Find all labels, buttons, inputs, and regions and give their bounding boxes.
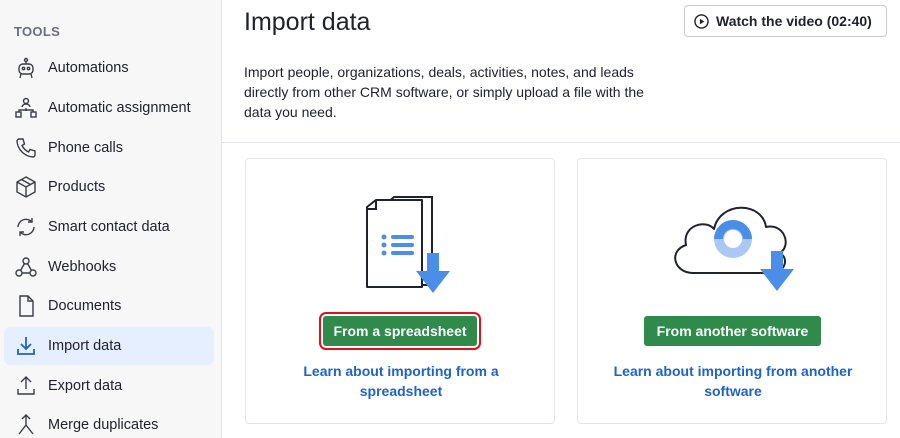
main-content: Import data Watch the video (02:40) Impo… [222,0,900,438]
sidebar-item-label: Export data [48,378,123,394]
sidebar-item-automatic-assignment[interactable]: Automatic assignment [4,89,214,127]
sidebar-item-webhooks[interactable]: Webhooks [4,248,214,286]
download-icon [17,337,35,355]
divider [222,142,900,143]
sync-icon [17,218,35,236]
sidebar-item-label: Smart contact data [48,219,170,235]
sidebar-item-label: Import data [48,338,122,354]
sidebar-item-products[interactable]: Products [4,168,214,206]
sidebar-item-label: Webhooks [48,259,117,275]
watch-video-label: Watch the video (02:40) [716,13,872,29]
phone-icon [16,138,36,158]
learn-software-link[interactable]: Learn about importing from another softw… [598,361,868,401]
page-title: Import data [244,8,371,36]
learn-spreadsheet-link[interactable]: Learn about importing from a spreadsheet [266,361,536,401]
box-icon [16,176,36,198]
sidebar: TOOLS Automations Automatic assignment P… [0,0,222,438]
sidebar-item-import-data[interactable]: Import data [4,327,214,365]
sidebar-item-phone-calls[interactable]: Phone calls [4,129,214,167]
spreadsheet-import-card: From a spreadsheet Learn about importing… [245,158,555,424]
sidebar-item-label: Automatic assignment [48,100,191,116]
software-import-card: From another software Learn about import… [577,158,887,424]
sidebar-item-merge-duplicates[interactable]: Merge duplicates [4,406,214,438]
cloud-download-icon [674,206,794,291]
sidebar-item-smart-contact-data[interactable]: Smart contact data [4,208,214,246]
sidebar-item-documents[interactable]: Documents [4,287,214,325]
from-another-software-button[interactable]: From another software [644,316,821,346]
play-icon [694,14,709,29]
watch-video-button[interactable]: Watch the video (02:40) [684,5,887,37]
sidebar-item-label: Automations [48,60,129,76]
upload-icon [17,376,35,395]
from-spreadsheet-button[interactable]: From a spreadsheet [319,312,481,350]
sidebar-heading: TOOLS [14,24,61,39]
robot-icon [18,57,34,79]
document-icon [19,295,34,317]
sidebar-item-automations[interactable]: Automations [4,49,214,87]
webhook-icon [15,257,37,277]
assignment-icon [15,97,37,118]
sidebar-item-label: Documents [48,298,122,314]
sidebar-item-label: Products [48,179,106,195]
sidebar-item-label: Phone calls [48,140,123,156]
spreadsheet-download-icon [366,196,450,293]
sidebar-item-export-data[interactable]: Export data [4,367,214,405]
sidebar-item-label: Merge duplicates [48,417,159,433]
intro-text: Import people, organizations, deals, act… [244,64,644,120]
merge-icon [18,414,34,435]
